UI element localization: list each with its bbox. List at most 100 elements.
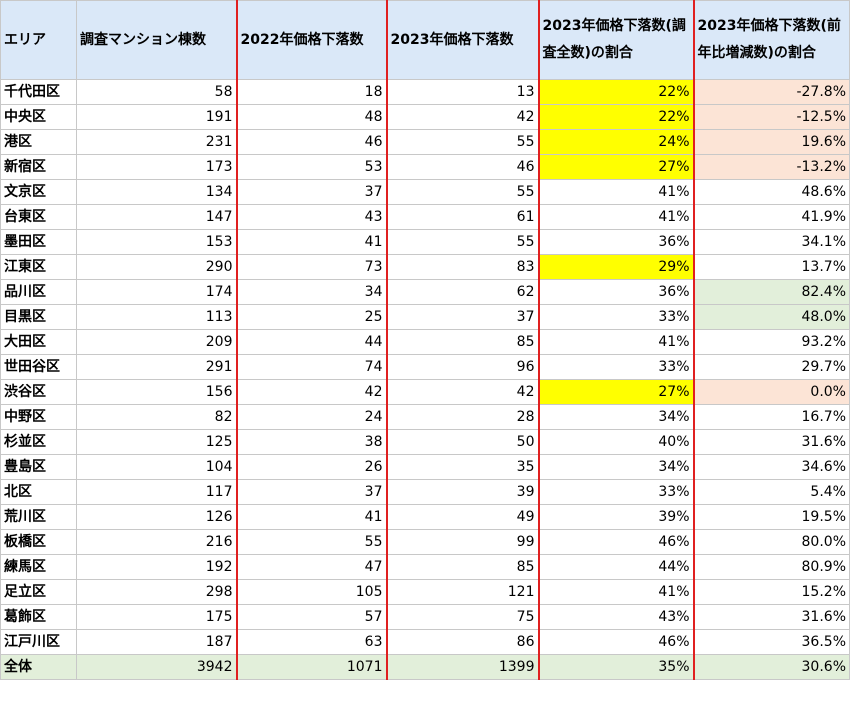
cell-decline-2023: 55 [386, 129, 540, 155]
header-ratio-yoy: 2023年価格下落数(前年比増減数)の割合 [693, 0, 850, 80]
cell-ratio-yoy: 48.6% [693, 179, 850, 205]
cell-ratio-yoy: 31.6% [693, 604, 850, 630]
cell-count: 126 [76, 504, 238, 530]
cell-decline-2022: 44 [236, 329, 388, 355]
cell-decline-2023: 55 [386, 179, 540, 205]
cell-decline-2023: 99 [386, 529, 540, 555]
cell-ratio-yoy: 34.1% [693, 229, 850, 255]
cell-ratio-all: 29% [538, 254, 695, 280]
cell-area: 港区 [0, 129, 77, 155]
cell-decline-2022: 37 [236, 179, 388, 205]
cell-decline-2023: 85 [386, 554, 540, 580]
cell-area: 目黒区 [0, 304, 77, 330]
total-cell-area: 全体 [0, 654, 77, 680]
cell-area: 北区 [0, 479, 77, 505]
cell-decline-2022: 25 [236, 304, 388, 330]
cell-ratio-yoy: 36.5% [693, 629, 850, 655]
cell-decline-2023: 55 [386, 229, 540, 255]
cell-ratio-yoy: -13.2% [693, 154, 850, 180]
cell-area: 台東区 [0, 204, 77, 230]
header-area: エリア [0, 0, 77, 80]
cell-count: 147 [76, 204, 238, 230]
cell-ratio-all: 33% [538, 479, 695, 505]
cell-ratio-all: 34% [538, 454, 695, 480]
cell-decline-2023: 75 [386, 604, 540, 630]
cell-count: 117 [76, 479, 238, 505]
cell-decline-2023: 28 [386, 404, 540, 430]
cell-ratio-all: 27% [538, 154, 695, 180]
table-row: 足立区 298 105 121 41% 15.2% [0, 579, 850, 605]
cell-area: 江東区 [0, 254, 77, 280]
cell-decline-2022: 53 [236, 154, 388, 180]
table-row: 品川区 174 34 62 36% 82.4% [0, 279, 850, 305]
cell-decline-2023: 86 [386, 629, 540, 655]
cell-ratio-yoy: 31.6% [693, 429, 850, 455]
cell-area: 板橋区 [0, 529, 77, 555]
cell-ratio-yoy: 80.9% [693, 554, 850, 580]
cell-ratio-all: 40% [538, 429, 695, 455]
total-cell-decline-2022: 1071 [236, 654, 388, 680]
cell-decline-2023: 39 [386, 479, 540, 505]
cell-area: 文京区 [0, 179, 77, 205]
cell-decline-2022: 34 [236, 279, 388, 305]
cell-area: 千代田区 [0, 79, 77, 105]
table-row: 目黒区 113 25 37 33% 48.0% [0, 304, 850, 330]
cell-count: 192 [76, 554, 238, 580]
cell-area: 江戸川区 [0, 629, 77, 655]
cell-decline-2022: 24 [236, 404, 388, 430]
table-row: 台東区 147 43 61 41% 41.9% [0, 204, 850, 230]
cell-ratio-all: 22% [538, 79, 695, 105]
cell-decline-2022: 43 [236, 204, 388, 230]
cell-ratio-yoy: 82.4% [693, 279, 850, 305]
cell-ratio-all: 22% [538, 104, 695, 130]
cell-area: 中野区 [0, 404, 77, 430]
header-decline-2022: 2022年価格下落数 [236, 0, 388, 80]
cell-decline-2022: 55 [236, 529, 388, 555]
table-row: 杉並区 125 38 50 40% 31.6% [0, 429, 850, 455]
district-price-decline-table: エリア 調査マンション棟数 2022年価格下落数 2023年価格下落数 2023… [0, 0, 850, 680]
cell-ratio-yoy: 16.7% [693, 404, 850, 430]
table-row: 千代田区 58 18 13 22% -27.8% [0, 79, 850, 105]
cell-decline-2023: 121 [386, 579, 540, 605]
cell-ratio-all: 33% [538, 304, 695, 330]
table-row: 中央区 191 48 42 22% -12.5% [0, 104, 850, 130]
table-row: 文京区 134 37 55 41% 48.6% [0, 179, 850, 205]
cell-area: 豊島区 [0, 454, 77, 480]
table-row: 港区 231 46 55 24% 19.6% [0, 129, 850, 155]
cell-ratio-all: 44% [538, 554, 695, 580]
cell-decline-2022: 38 [236, 429, 388, 455]
cell-decline-2023: 85 [386, 329, 540, 355]
cell-count: 113 [76, 304, 238, 330]
total-cell-ratio-all: 35% [538, 654, 695, 680]
cell-ratio-yoy: 93.2% [693, 329, 850, 355]
table-row: 渋谷区 156 42 42 27% 0.0% [0, 379, 850, 405]
cell-count: 175 [76, 604, 238, 630]
cell-decline-2022: 57 [236, 604, 388, 630]
cell-ratio-all: 36% [538, 229, 695, 255]
table-row: 世田谷区 291 74 96 33% 29.7% [0, 354, 850, 380]
cell-area: 墨田区 [0, 229, 77, 255]
total-row: 全体 3942 1071 1399 35% 30.6% [0, 654, 850, 680]
cell-count: 125 [76, 429, 238, 455]
cell-count: 134 [76, 179, 238, 205]
table-row: 荒川区 126 41 49 39% 19.5% [0, 504, 850, 530]
cell-area: 新宿区 [0, 154, 77, 180]
cell-count: 291 [76, 354, 238, 380]
cell-count: 298 [76, 579, 238, 605]
cell-ratio-yoy: 48.0% [693, 304, 850, 330]
cell-decline-2022: 63 [236, 629, 388, 655]
cell-ratio-all: 46% [538, 529, 695, 555]
cell-ratio-yoy: 41.9% [693, 204, 850, 230]
table-row: 江戸川区 187 63 86 46% 36.5% [0, 629, 850, 655]
cell-ratio-yoy: 19.5% [693, 504, 850, 530]
table-row: 大田区 209 44 85 41% 93.2% [0, 329, 850, 355]
cell-decline-2023: 61 [386, 204, 540, 230]
cell-decline-2022: 105 [236, 579, 388, 605]
cell-ratio-yoy: -12.5% [693, 104, 850, 130]
total-cell-count: 3942 [76, 654, 238, 680]
cell-decline-2023: 42 [386, 104, 540, 130]
cell-count: 104 [76, 454, 238, 480]
cell-ratio-all: 41% [538, 579, 695, 605]
cell-area: 渋谷区 [0, 379, 77, 405]
header-row: エリア 調査マンション棟数 2022年価格下落数 2023年価格下落数 2023… [0, 0, 850, 80]
